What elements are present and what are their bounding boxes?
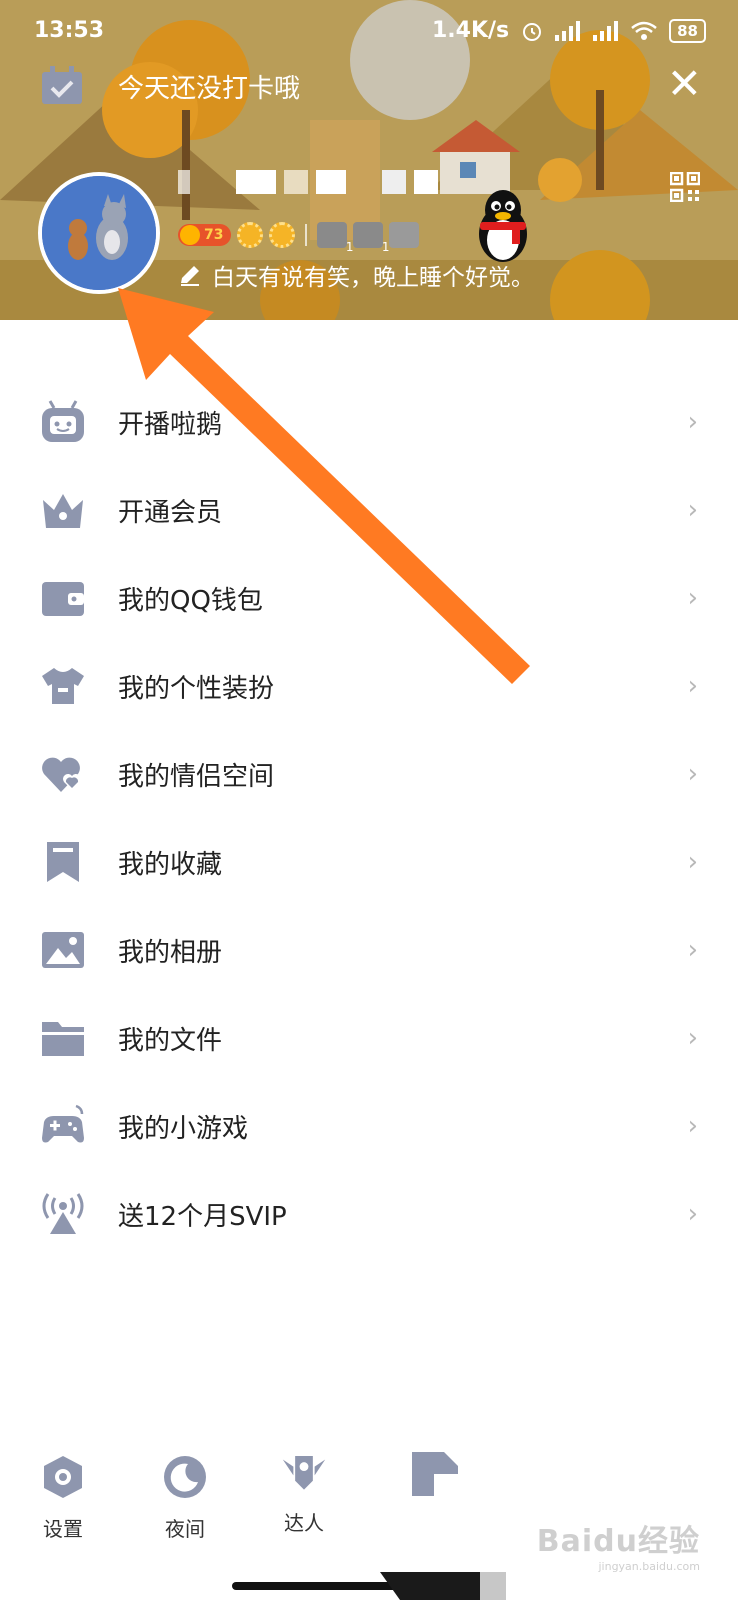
watermark: Baidu经验 jingyan.baidu.com bbox=[537, 1516, 700, 1573]
checkin-banner[interactable]: 今天还没打卡哦 bbox=[40, 66, 300, 106]
menu-item-svip-gift[interactable]: 送12个月SVIP › bbox=[0, 1170, 738, 1258]
nickname-mask bbox=[354, 170, 374, 194]
nickname-mask bbox=[236, 170, 276, 194]
signal-hd-icon bbox=[593, 20, 619, 41]
menu-item-favorites[interactable]: 我的收藏 › bbox=[0, 818, 738, 906]
gear-icon bbox=[44, 1456, 82, 1498]
nickname-masked bbox=[178, 170, 438, 194]
diamond-badge-icon bbox=[389, 222, 420, 248]
edit-pen-icon bbox=[181, 266, 199, 286]
menu-item-label: 我的相册 bbox=[118, 937, 223, 968]
signature[interactable]: 白天有说有笑，晚上睡个好觉。 bbox=[178, 258, 534, 292]
photo-icon bbox=[42, 932, 84, 968]
menu-item-label: 送12个月SVIP bbox=[118, 1201, 287, 1232]
chevron-right-icon: › bbox=[687, 1199, 698, 1229]
settings-label: 设置 bbox=[43, 1517, 83, 1541]
chevron-right-icon: › bbox=[687, 407, 698, 437]
coin-icon bbox=[180, 225, 200, 245]
badge-count: 1 bbox=[345, 240, 354, 254]
wallet-icon bbox=[42, 582, 84, 616]
expert-button[interactable]: 达人 bbox=[278, 1448, 330, 1536]
watermark-url: jingyan.baidu.com bbox=[598, 1560, 700, 1573]
drawer-menu: 开播啦鹅 › 开通会员 › 我的QQ钱包 › 我的个性装扮 › 我的情侣空间 ›… bbox=[0, 378, 738, 1258]
achievement-badge-icon: 1 bbox=[353, 222, 389, 254]
menu-item-label: 我的文件 bbox=[118, 1025, 223, 1056]
menu-item-wallet[interactable]: 我的QQ钱包 › bbox=[0, 554, 738, 642]
night-mode-button[interactable]: 夜间 bbox=[160, 1454, 210, 1542]
settings-button[interactable]: 设置 bbox=[38, 1454, 88, 1542]
winged-badge-icon bbox=[282, 1455, 326, 1490]
watermark-text: Baidu经验 bbox=[536, 1524, 700, 1559]
chevron-right-icon: › bbox=[687, 495, 698, 525]
corner-overlay bbox=[380, 1572, 506, 1600]
menu-item-album[interactable]: 我的相册 › bbox=[0, 906, 738, 994]
nickname-mask bbox=[316, 170, 346, 194]
expert-label: 达人 bbox=[284, 1511, 324, 1535]
menu-item-label: 我的QQ钱包 bbox=[118, 585, 263, 616]
menu-item-label: 我的个性装扮 bbox=[118, 673, 275, 704]
menu-item-label: 我的情侣空间 bbox=[118, 761, 275, 792]
signature-text: 白天有说有笑，晚上睡个好觉。 bbox=[212, 265, 534, 291]
tshirt-icon bbox=[42, 668, 84, 704]
avatar-image bbox=[42, 176, 156, 290]
badge-divider bbox=[305, 224, 308, 246]
chevron-right-icon: › bbox=[687, 759, 698, 789]
checkin-text: 今天还没打卡哦 bbox=[118, 73, 301, 104]
network-speed: 1.4K/s bbox=[431, 18, 510, 43]
chevron-right-icon: › bbox=[687, 847, 698, 877]
partial-card-icon[interactable] bbox=[410, 1450, 460, 1498]
folder-icon bbox=[42, 1022, 84, 1056]
coin-value: 73 bbox=[204, 227, 224, 243]
alarm-icon bbox=[523, 22, 542, 41]
close-icon[interactable]: ✕ bbox=[667, 63, 702, 105]
broadcast-icon bbox=[42, 1193, 84, 1234]
menu-item-membership[interactable]: 开通会员 › bbox=[0, 466, 738, 554]
menu-item-label: 我的小游戏 bbox=[118, 1113, 249, 1144]
bookmark-icon bbox=[47, 842, 79, 882]
chevron-right-icon: › bbox=[687, 1111, 698, 1141]
nickname-mask bbox=[198, 170, 228, 194]
qr-code-icon[interactable] bbox=[670, 172, 700, 202]
hearts-icon bbox=[42, 757, 81, 792]
profile-header: 13:53 1.4K/s 88 今天还没打卡哦 ✕ 73 1 1 白天有说有笑，… bbox=[0, 0, 738, 320]
qq-penguin-icon bbox=[479, 190, 527, 262]
wifi-icon bbox=[631, 21, 657, 40]
night-label: 夜间 bbox=[165, 1517, 205, 1541]
chevron-right-icon: › bbox=[687, 1023, 698, 1053]
menu-item-live[interactable]: 开播啦鹅 › bbox=[0, 378, 738, 466]
tv-robot-icon bbox=[42, 400, 84, 442]
status-bar: 13:53 1.4K/s 88 bbox=[0, 0, 738, 64]
vip-coin-badge: 73 bbox=[178, 224, 232, 246]
calendar-check-icon bbox=[42, 66, 82, 104]
sun-level-icon bbox=[237, 222, 264, 248]
badge-count: 1 bbox=[381, 240, 390, 254]
menu-item-label: 开播啦鹅 bbox=[118, 409, 223, 440]
sun-level-icon bbox=[269, 222, 296, 248]
crown-icon bbox=[43, 494, 83, 528]
menu-item-mini-games[interactable]: 我的小游戏 › bbox=[0, 1082, 738, 1170]
avatar[interactable] bbox=[38, 172, 160, 294]
menu-item-theme[interactable]: 我的个性装扮 › bbox=[0, 642, 738, 730]
status-time: 13:53 bbox=[34, 18, 105, 43]
gamepad-icon bbox=[42, 1104, 84, 1143]
chevron-right-icon: › bbox=[687, 935, 698, 965]
nickname-mask bbox=[382, 170, 406, 194]
chevron-right-icon: › bbox=[687, 671, 698, 701]
menu-item-files[interactable]: 我的文件 › bbox=[0, 994, 738, 1082]
signal-icon bbox=[555, 20, 581, 41]
level-badges[interactable]: 73 1 1 bbox=[178, 222, 420, 254]
achievement-badge-icon: 1 bbox=[317, 222, 353, 254]
moon-icon bbox=[164, 1456, 206, 1498]
nickname-mask bbox=[284, 170, 308, 194]
menu-item-couple-space[interactable]: 我的情侣空间 › bbox=[0, 730, 738, 818]
menu-item-label: 开通会员 bbox=[118, 497, 223, 528]
menu-item-label: 我的收藏 bbox=[118, 849, 223, 880]
chevron-right-icon: › bbox=[687, 583, 698, 613]
nickname-mask bbox=[414, 170, 438, 194]
nickname-mask bbox=[178, 170, 190, 194]
battery-indicator: 88 bbox=[669, 18, 706, 43]
